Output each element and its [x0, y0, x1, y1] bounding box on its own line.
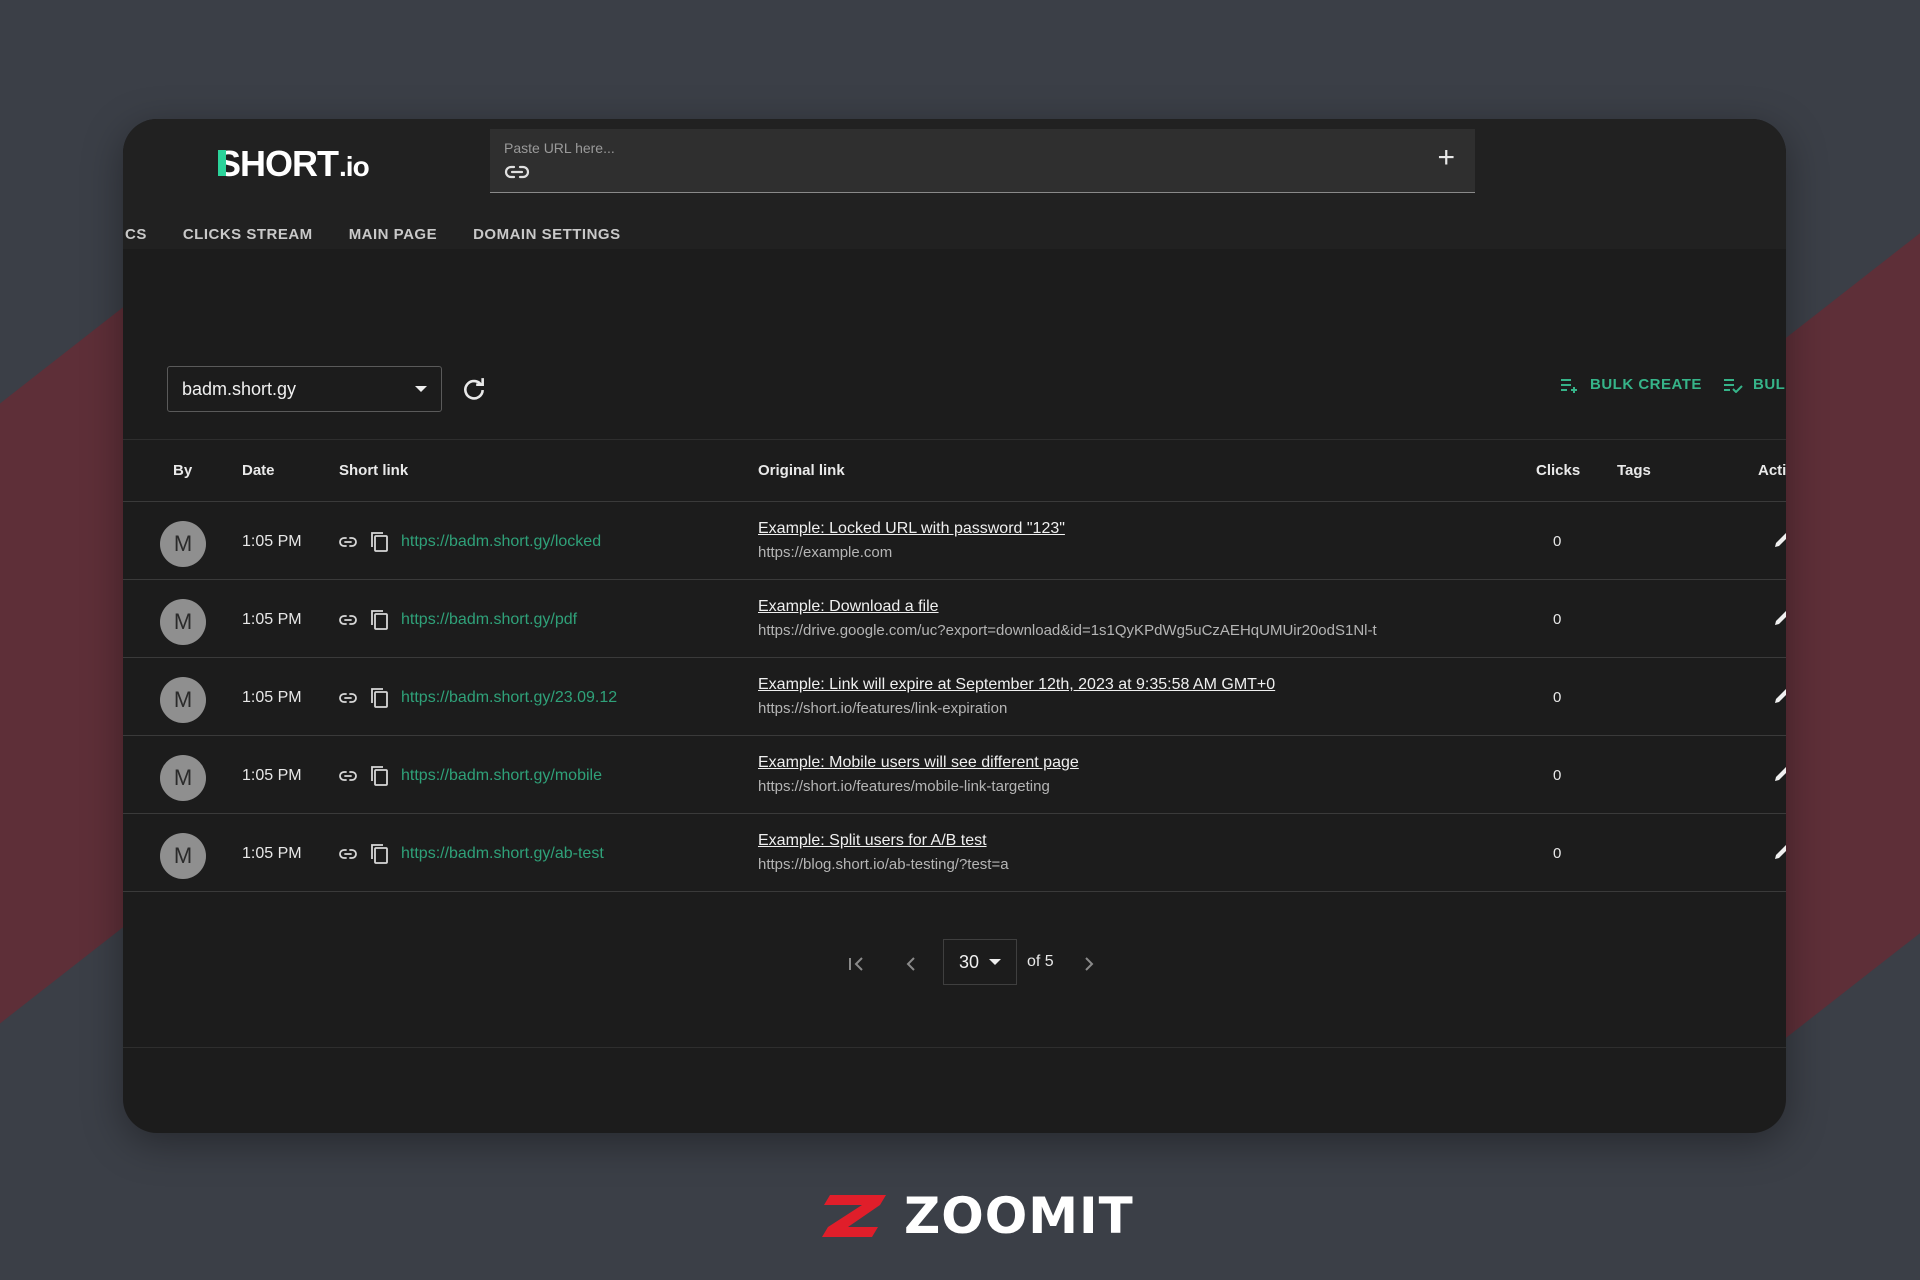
original-link-title[interactable]: Example: Locked URL with password "123" [758, 520, 1065, 538]
original-link-title[interactable]: Example: Mobile users will see different… [758, 754, 1079, 772]
original-link-title[interactable]: Example: Split users for A/B test [758, 832, 987, 850]
row-date: 1:05 PM [242, 845, 302, 862]
tab-statistics[interactable]: CS [125, 226, 147, 243]
nav-tabs: CS CLICKS STREAM MAIN PAGE DOMAIN SETTIN… [123, 219, 657, 249]
original-link-url: https://short.io/features/link-expiratio… [758, 700, 1008, 717]
copy-icon[interactable] [369, 687, 389, 709]
edit-icon[interactable] [1771, 841, 1786, 863]
copy-icon[interactable] [369, 765, 389, 787]
short-link[interactable]: https://badm.short.gy/locked [401, 533, 601, 551]
table-row: M 1:05 PM https://badm.short.gy/pdf Exam… [123, 580, 1786, 658]
short-io-logo[interactable]: S HORT .io [217, 143, 370, 185]
top-bar: S HORT .io Paste URL here... + CS CLICKS S… [123, 119, 1786, 249]
avatar: M [160, 755, 206, 801]
avatar: M [160, 521, 206, 567]
avatar: M [160, 677, 206, 723]
links-table: By Date Short link Original link Clicks … [123, 439, 1786, 892]
edit-icon[interactable] [1771, 529, 1786, 551]
chevron-down-icon [989, 959, 1002, 965]
pagination: 30 of 5 [123, 939, 1786, 989]
original-link-url: https://short.io/features/mobile-link-ta… [758, 778, 1050, 795]
row-clicks: 0 [1553, 611, 1562, 628]
logo-first-letter: S [217, 143, 241, 184]
avatar: M [160, 599, 206, 645]
chevron-down-icon [415, 386, 427, 392]
original-link-url: https://example.com [758, 544, 893, 561]
row-clicks: 0 [1553, 767, 1562, 784]
chevron-right-icon[interactable] [1081, 954, 1097, 974]
short-link[interactable]: https://badm.short.gy/ab-test [401, 845, 604, 863]
bulk-create-label: BULK CREATE [1590, 376, 1702, 393]
page-count: of 5 [1027, 953, 1054, 970]
table-row: M 1:05 PM https://badm.short.gy/locked E… [123, 502, 1786, 580]
short-link[interactable]: https://badm.short.gy/23.09.12 [401, 689, 617, 707]
bulk-edit-button[interactable]: BULI [1723, 376, 1786, 393]
refresh-icon[interactable] [461, 376, 487, 402]
short-link[interactable]: https://badm.short.gy/mobile [401, 767, 602, 785]
zoomit-watermark: ZOOMIT [820, 1187, 1134, 1245]
row-clicks: 0 [1553, 533, 1562, 550]
avatar: M [160, 833, 206, 879]
zoomit-logo-icon [822, 1195, 886, 1237]
bulk-edit-label: BULI [1753, 376, 1786, 393]
edit-icon[interactable] [1771, 685, 1786, 707]
original-link-url: https://drive.google.com/uc?export=downl… [758, 622, 1377, 639]
column-header-clicks[interactable]: Clicks [1536, 462, 1580, 479]
original-link-title[interactable]: Example: Link will expire at September 1… [758, 676, 1275, 694]
page-size-select[interactable]: 30 [943, 939, 1017, 985]
link-icon[interactable] [339, 536, 357, 548]
table-header: By Date Short link Original link Clicks … [123, 439, 1786, 502]
url-input-placeholder: Paste URL here... [504, 140, 615, 156]
row-date: 1:05 PM [242, 533, 302, 550]
tab-main-page[interactable]: MAIN PAGE [349, 226, 437, 243]
tab-domain-settings[interactable]: DOMAIN SETTINGS [473, 226, 621, 243]
row-clicks: 0 [1553, 689, 1562, 706]
link-icon [504, 165, 530, 179]
original-link-url: https://blog.short.io/ab-testing/?test=a [758, 856, 1009, 873]
column-header-by: By [173, 462, 193, 479]
table-row: M 1:05 PM https://badm.short.gy/23.09.12… [123, 658, 1786, 736]
row-date: 1:05 PM [242, 767, 302, 784]
copy-icon[interactable] [369, 843, 389, 865]
logo-suffix: .io [339, 151, 370, 182]
domain-select[interactable]: badm.short.gy [167, 366, 442, 412]
link-icon[interactable] [339, 770, 357, 782]
tab-clicks-stream[interactable]: CLICKS STREAM [183, 226, 313, 243]
short-link[interactable]: https://badm.short.gy/pdf [401, 611, 577, 629]
bulk-edit-icon [1724, 378, 1743, 393]
row-clicks: 0 [1553, 845, 1562, 862]
chevron-left-icon[interactable] [903, 954, 919, 974]
plus-icon[interactable]: + [1437, 143, 1455, 173]
bulk-create-button[interactable]: BULK CREATE [1560, 376, 1702, 393]
row-date: 1:05 PM [242, 689, 302, 706]
column-header-date: Date [242, 462, 275, 479]
original-link-title[interactable]: Example: Download a file [758, 598, 939, 616]
edit-icon[interactable] [1771, 607, 1786, 629]
edit-icon[interactable] [1771, 763, 1786, 785]
copy-icon[interactable] [369, 531, 389, 553]
bulk-create-icon [1561, 378, 1577, 393]
column-header-tags: Tags [1617, 462, 1651, 479]
column-header-actions: Acti [1758, 462, 1786, 479]
table-row: M 1:05 PM https://badm.short.gy/mobile E… [123, 736, 1786, 814]
link-icon[interactable] [339, 848, 357, 860]
column-header-short-link: Short link [339, 462, 409, 479]
app-window: S HORT .io Paste URL here... + CS CLICKS S… [123, 119, 1786, 1133]
column-header-original-link: Original link [758, 462, 845, 479]
url-input[interactable]: Paste URL here... + [490, 129, 1475, 193]
row-date: 1:05 PM [242, 611, 302, 628]
table-row: M 1:05 PM https://badm.short.gy/ab-test … [123, 814, 1786, 892]
logo-main: HORT [240, 143, 339, 184]
zoomit-wordmark: ZOOMIT [904, 1187, 1134, 1245]
page-size-value: 30 [958, 951, 980, 972]
link-icon[interactable] [339, 614, 357, 626]
first-page-icon[interactable] [847, 954, 869, 974]
link-icon[interactable] [339, 692, 357, 704]
footer-divider [123, 1047, 1786, 1048]
domain-select-value: badm.short.gy [182, 378, 297, 399]
copy-icon[interactable] [369, 609, 389, 631]
